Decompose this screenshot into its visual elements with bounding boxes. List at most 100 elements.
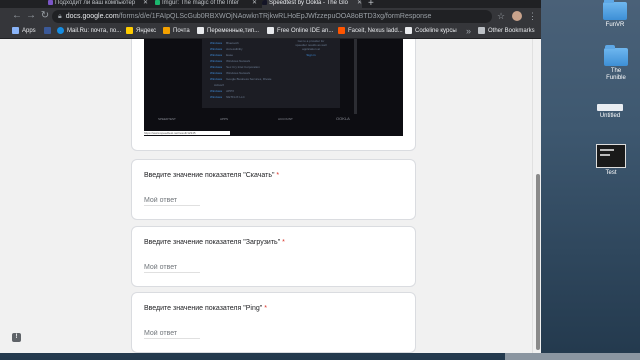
tab-1[interactable]: Подходит ли ваш компьютер ✕ bbox=[48, 0, 148, 8]
bookmark-pochta[interactable]: Почта bbox=[163, 26, 190, 36]
icon-label: Test bbox=[605, 170, 617, 176]
folder-icon bbox=[604, 45, 628, 66]
question-card-upload: Введите значение показателя "Загрузить" … bbox=[131, 226, 416, 287]
back-arrow-icon[interactable]: ← bbox=[11, 10, 23, 22]
scrollbar-thumb[interactable] bbox=[536, 174, 540, 350]
desktop-icon-the-funible[interactable]: The Funible bbox=[601, 45, 631, 82]
reload-icon[interactable]: ↻ bbox=[39, 10, 51, 22]
screenshot-row: Windows Windows Network bbox=[210, 60, 250, 63]
footer-item: ACCOUNT bbox=[278, 117, 293, 121]
bookmark-label: Faceit, Nexus ladd... bbox=[348, 28, 403, 34]
desktop-icon-funvr[interactable]: FunVR bbox=[600, 0, 630, 29]
question-text: Введите значение показателя "Скачать" bbox=[144, 172, 275, 179]
page-icon bbox=[405, 26, 412, 34]
close-tab-icon[interactable]: ✕ bbox=[357, 0, 362, 6]
apps-grid-icon bbox=[12, 26, 19, 34]
sign-in-link: Sign in bbox=[306, 53, 316, 57]
page-icon bbox=[267, 26, 274, 34]
row-text: NETFLIX LLC bbox=[226, 95, 245, 99]
row-text: Google Business Services, Rivate bbox=[226, 77, 272, 81]
feedback-icon[interactable]: ! bbox=[12, 333, 21, 342]
bookmark-codeline[interactable]: Codeline курсы bbox=[405, 26, 457, 36]
screenshot-row: Windows Bluetooth bbox=[210, 42, 239, 45]
answer-input-ping[interactable] bbox=[144, 328, 200, 339]
question-text: Введите значение показателя "Ping" bbox=[144, 305, 263, 312]
row-text: ActiveX bbox=[214, 83, 225, 87]
bookmark-label: Почта bbox=[173, 28, 190, 34]
question-card-ping: Введите значение показателя "Ping" * bbox=[131, 292, 416, 353]
bookmark-label: Переменные,тип... bbox=[207, 28, 260, 34]
desktop-icon-untitled[interactable]: Untitled bbox=[595, 104, 625, 120]
chevron-right-icon[interactable]: » bbox=[466, 27, 471, 36]
bookmark-variables[interactable]: Переменные,тип... bbox=[197, 26, 259, 36]
bookmark-label: Mail.Ru: почта, по... bbox=[67, 28, 122, 34]
close-tab-icon[interactable]: ✕ bbox=[143, 0, 148, 6]
bookmark-label: Apps bbox=[22, 28, 36, 34]
folder-icon bbox=[478, 26, 485, 34]
mailru-icon bbox=[57, 26, 64, 34]
bookmarks-bar: Apps Mail.Ru: почта, по... Яндекс Почта … bbox=[0, 24, 541, 39]
avatar[interactable] bbox=[512, 11, 522, 21]
forward-arrow-icon[interactable]: → bbox=[25, 10, 37, 22]
url-host: docs.google.com bbox=[65, 13, 119, 20]
side-text: application at bbox=[302, 47, 320, 51]
question-title: Введите значение показателя "Загрузить" … bbox=[144, 239, 285, 246]
tab-favicon-icon bbox=[262, 0, 267, 5]
folder-icon bbox=[603, 0, 627, 20]
row-text: Windows Network bbox=[226, 71, 251, 75]
address-bar[interactable]: 🔒︎ docs.google.com/forms/d/e/1FAIpQLScGub… bbox=[52, 10, 492, 23]
bookmark-mailru[interactable]: Mail.Ru: почта, по... bbox=[57, 26, 121, 36]
desktop-icon-test[interactable]: Test bbox=[596, 144, 626, 177]
row-tag: Windows bbox=[210, 95, 223, 99]
dock-edge bbox=[505, 353, 640, 360]
row-text: Bluetooth bbox=[226, 41, 239, 45]
answer-input-download[interactable] bbox=[144, 195, 200, 206]
page-icon bbox=[197, 26, 204, 34]
row-tag: Windows bbox=[210, 65, 223, 69]
tab-label: Подходит ли ваш компьютер bbox=[55, 0, 136, 7]
bookmark-apps[interactable]: Apps bbox=[12, 26, 36, 36]
answer-input-upload[interactable] bbox=[144, 262, 200, 273]
bookmark-faceit[interactable]: Faceit, Nexus ladd... bbox=[338, 26, 403, 36]
tab-label: Speedtest by Ookla - The Glo bbox=[269, 0, 348, 7]
other-bookmarks[interactable]: Other Bookmarks bbox=[478, 26, 535, 36]
star-icon[interactable]: ☆ bbox=[497, 11, 505, 21]
tab-2[interactable]: Imgur: The magic of the Inter ✕ bbox=[155, 0, 257, 8]
screenshot-row: Windows Windows Network bbox=[210, 72, 250, 75]
image-card: Windows Bluetooth Windows Accessibility Wi… bbox=[131, 39, 416, 151]
lock-icon: 🔒︎ bbox=[58, 13, 62, 20]
bookmark-ide[interactable]: Free Online IDE an... bbox=[267, 26, 333, 36]
row-tag: Windows bbox=[210, 47, 223, 51]
row-tag: Windows bbox=[210, 41, 223, 45]
ookla-logo: OOKLA bbox=[336, 116, 350, 121]
page-content[interactable]: Windows Bluetooth Windows Accessibility Wi… bbox=[0, 39, 541, 353]
icon-label: Untitled bbox=[599, 113, 621, 119]
toolbar: ← → ↻ 🔒︎ docs.google.com/forms/d/e/1FAIpQ… bbox=[0, 8, 541, 24]
faceit-icon bbox=[338, 26, 345, 34]
document-icon bbox=[597, 104, 623, 111]
screenshot-row: Windows Accessibility bbox=[210, 48, 243, 51]
tab-favicon-icon bbox=[155, 0, 160, 5]
bookmark-label: Яндекс bbox=[136, 28, 157, 34]
footer-item: APPS bbox=[220, 117, 229, 121]
tab-3[interactable]: Speedtest by Ookla - The Glo ✕ bbox=[262, 0, 362, 8]
bookmark-yandex[interactable]: Яндекс bbox=[126, 26, 156, 36]
screenshot-row: Windows APPX bbox=[210, 90, 234, 93]
row-text: Ease bbox=[226, 53, 234, 57]
question-title: Введите значение показателя "Скачать" * bbox=[144, 172, 279, 179]
row-tag: Windows bbox=[210, 77, 223, 81]
screenshot-scrollbar bbox=[354, 39, 357, 114]
icon-label: The Funible bbox=[606, 68, 626, 81]
close-tab-icon[interactable]: ✕ bbox=[252, 0, 257, 6]
screenshot-row: Windows Google Business Services, Rivate bbox=[210, 78, 271, 81]
screenshot-row: ActiveX bbox=[210, 84, 224, 87]
bookmark-facebook[interactable] bbox=[44, 26, 54, 36]
footer-item: SPEEDTEST bbox=[158, 117, 176, 121]
question-text: Введите значение показателя "Загрузить" bbox=[144, 239, 281, 246]
screenshot-row: Windows NETFLIX LLC bbox=[210, 96, 245, 99]
question-title: Введите значение показателя "Ping" * bbox=[144, 305, 267, 312]
row-text: Sec Cry Intel Corporation bbox=[226, 65, 260, 69]
menu-dots-icon[interactable]: ⋮ bbox=[528, 11, 537, 21]
tab-label: Imgur: The magic of the Inter bbox=[162, 0, 239, 7]
screenshot-row: Windows Ease bbox=[210, 54, 233, 57]
